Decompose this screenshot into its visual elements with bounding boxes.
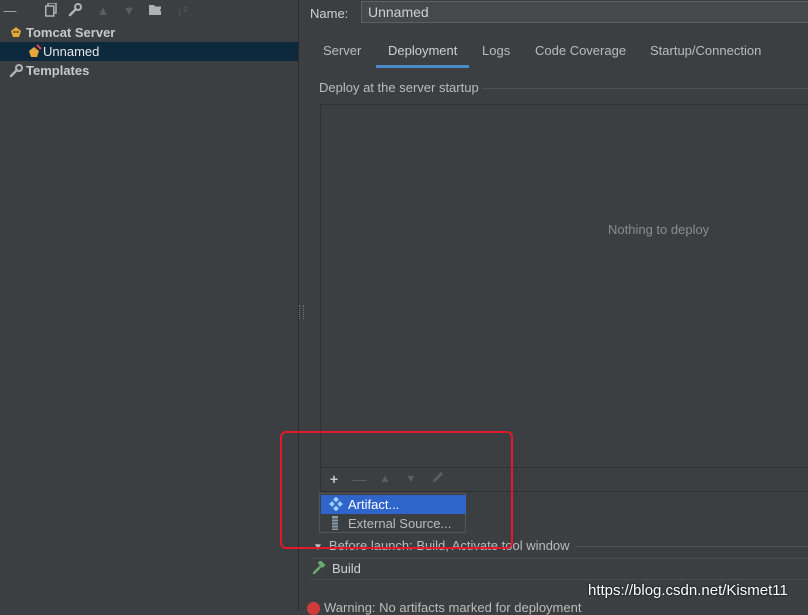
hammer-icon — [312, 560, 326, 578]
section-divider — [482, 88, 808, 89]
tree-item-tomcat-server[interactable]: Tomcat Server — [0, 23, 298, 42]
tree-item-templates[interactable]: Templates — [0, 61, 298, 80]
panel-splitter-handle[interactable] — [299, 305, 304, 319]
tree-item-label: Tomcat Server — [26, 25, 116, 40]
sort-icon[interactable]: ↓² — [174, 3, 190, 19]
arrow-up-icon[interactable]: ▲ — [95, 3, 111, 19]
warning-message: Warning: No artifacts marked for deploym… — [307, 600, 581, 615]
error-icon — [307, 602, 320, 615]
deploy-section-title: Deploy at the server startup — [319, 80, 479, 95]
highlight-annotation-box — [280, 431, 513, 549]
new-folder-icon[interactable] — [148, 3, 164, 19]
config-tree-panel: — ▲ ▼ ↓² Tomcat Server Unnamed Templates — [0, 0, 299, 610]
warning-text: Warning: No artifacts marked for deploym… — [324, 600, 582, 615]
minus-icon[interactable]: — — [2, 3, 18, 19]
watermark: https://blog.csdn.net/Kismet11 — [588, 582, 788, 599]
tab-deployment[interactable]: Deployment — [376, 40, 470, 68]
tree-toolbar: — ▲ ▼ ↓² — [0, 0, 298, 22]
tree-item-unnamed[interactable]: Unnamed — [0, 42, 298, 61]
before-launch-task-row[interactable] — [310, 558, 808, 580]
tab-server[interactable]: Server — [323, 40, 361, 68]
name-label: Name: — [310, 6, 349, 21]
task-label: Build — [332, 561, 361, 576]
deployment-list[interactable] — [320, 104, 808, 468]
tab-code-coverage[interactable]: Code Coverage — [535, 40, 626, 68]
arrow-down-icon[interactable]: ▼ — [121, 3, 137, 19]
section-divider — [575, 546, 808, 547]
tab-logs[interactable]: Logs — [482, 40, 510, 68]
tree-item-label: Unnamed — [43, 44, 100, 59]
wrench-icon[interactable] — [67, 3, 83, 19]
wrench-icon — [9, 64, 23, 83]
empty-list-text: Nothing to deploy — [608, 222, 710, 237]
tab-startup-connection[interactable]: Startup/Connection — [650, 40, 761, 68]
copy-icon[interactable] — [43, 2, 59, 19]
tree-item-label: Templates — [26, 63, 90, 78]
name-input[interactable] — [361, 1, 808, 23]
